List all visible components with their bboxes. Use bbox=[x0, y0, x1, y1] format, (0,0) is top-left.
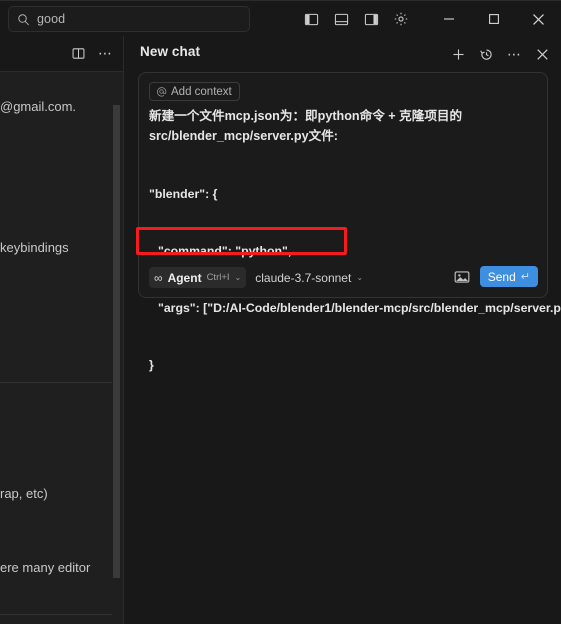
close-button[interactable] bbox=[516, 1, 561, 37]
code-line: } bbox=[149, 358, 154, 372]
gear-icon[interactable] bbox=[386, 5, 416, 33]
agent-shortcut-label: Ctrl+I bbox=[206, 272, 230, 283]
editor-pane: ⋯ @gmail.com. keybindings rap, etc) ere … bbox=[0, 36, 124, 624]
new-chat-button[interactable] bbox=[445, 41, 471, 67]
toggle-primary-sidebar[interactable] bbox=[296, 5, 326, 33]
chevron-down-icon: ⌄ bbox=[234, 272, 242, 282]
code-line: "args": ["D:/AI-Code/blender1/blender-mc… bbox=[158, 301, 561, 315]
composer-message: 新建一个文件mcp.json为：即python命令 + 克隆项目的 src/bl… bbox=[149, 107, 541, 146]
composer-toolbar: ∞ Agent Ctrl+I ⌄ claude-3.7-sonnet ⌄ Sen… bbox=[139, 261, 547, 297]
editor-divider bbox=[0, 614, 112, 615]
composer-actions: Send ↵ bbox=[453, 266, 538, 287]
editor-text-fragment: @gmail.com. bbox=[0, 99, 77, 114]
agent-and-model-selector: ∞ Agent Ctrl+I ⌄ claude-3.7-sonnet ⌄ bbox=[149, 267, 365, 288]
message-line: 新建一个文件mcp.json为：即python命令 + 克隆项目的 bbox=[149, 109, 463, 123]
model-selector-button[interactable]: claude-3.7-sonnet ⌄ bbox=[253, 267, 365, 288]
editor-content: @gmail.com. keybindings rap, etc) ere ma… bbox=[0, 72, 124, 624]
close-chat-button[interactable] bbox=[529, 41, 555, 67]
chat-more-button[interactable]: ⋯ bbox=[501, 41, 527, 67]
editor-text-fragment: keybindings bbox=[0, 240, 69, 255]
search-input[interactable]: good bbox=[8, 6, 250, 32]
add-context-button[interactable]: Add context bbox=[149, 82, 240, 101]
chat-title: New chat bbox=[140, 44, 201, 59]
editor-text-fragment: ere many editor bbox=[0, 560, 91, 575]
title-bar-actions bbox=[296, 1, 561, 37]
send-label: Send bbox=[487, 269, 516, 284]
history-icon[interactable] bbox=[473, 41, 499, 67]
send-button[interactable]: Send ↵ bbox=[479, 266, 538, 287]
message-line: src/blender_mcp/server.py文件: bbox=[149, 128, 338, 143]
agent-mode-label: Agent bbox=[167, 270, 202, 285]
editor-divider bbox=[0, 382, 112, 383]
chevron-down-icon: ⌄ bbox=[356, 272, 364, 282]
editor-more-actions-icon[interactable]: ⋯ bbox=[93, 43, 117, 65]
editor-text-fragment: rap, etc) bbox=[0, 486, 48, 501]
chat-composer[interactable]: Add context 新建一个文件mcp.json为：即python命令 + … bbox=[138, 72, 561, 372]
app-window: good ⋯ @gmail.com. keybindings rap, etc)… bbox=[0, 0, 561, 624]
return-icon: ↵ bbox=[520, 271, 530, 283]
editor-tab-actions: ⋯ bbox=[0, 36, 124, 72]
editor-scrollbar-thumb[interactable] bbox=[113, 105, 120, 578]
toggle-panel[interactable] bbox=[326, 5, 356, 33]
chat-header: New chat ⋯ bbox=[124, 36, 561, 72]
code-line: "blender": { bbox=[149, 187, 218, 201]
maximize-button[interactable] bbox=[471, 1, 516, 37]
split-editor-icon[interactable] bbox=[66, 43, 90, 65]
agent-mode-button[interactable]: ∞ Agent Ctrl+I ⌄ bbox=[149, 267, 247, 288]
at-icon bbox=[155, 86, 167, 98]
title-bar: good bbox=[0, 0, 561, 36]
code-line: "command": "python", bbox=[158, 244, 292, 258]
model-label: claude-3.7-sonnet bbox=[255, 270, 352, 285]
search-value: good bbox=[37, 12, 66, 26]
search-icon bbox=[17, 13, 30, 26]
minimize-button[interactable] bbox=[426, 1, 471, 37]
infinity-icon: ∞ bbox=[154, 270, 163, 285]
image-icon[interactable] bbox=[453, 268, 471, 286]
add-context-label: Add context bbox=[171, 85, 232, 98]
toggle-secondary-sidebar[interactable] bbox=[356, 5, 386, 33]
chat-header-actions: ⋯ bbox=[445, 36, 555, 72]
chat-panel: New chat ⋯ Add context 新建一个文件mcp.json为：即… bbox=[124, 36, 561, 624]
